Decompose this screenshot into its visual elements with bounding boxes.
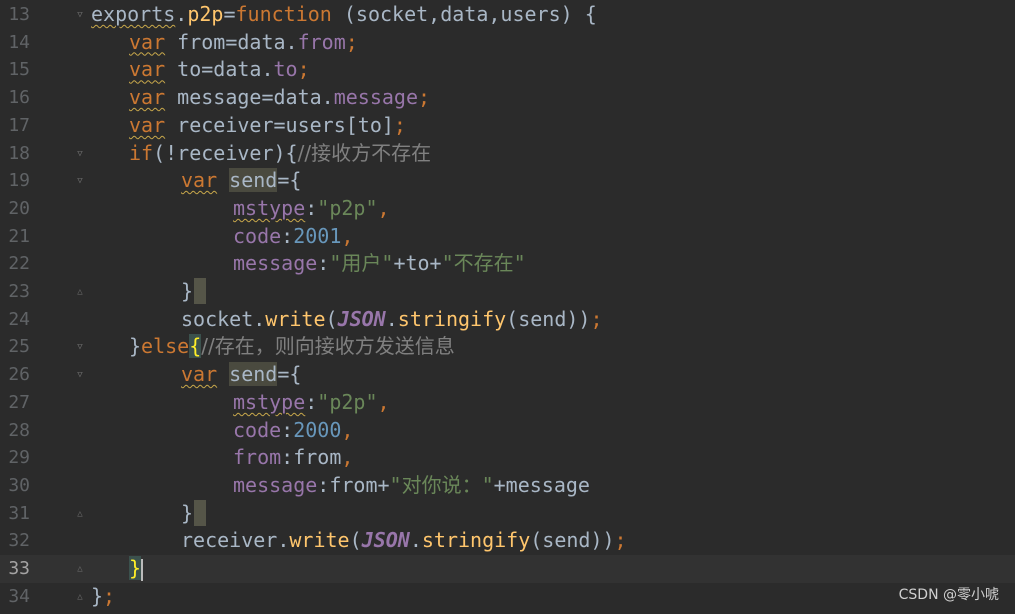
code-line[interactable]: 16 var message=data.message; xyxy=(0,84,1015,112)
code-text: receiver.write(JSON.stringify(send)); xyxy=(181,528,627,553)
brace-highlight xyxy=(194,278,206,304)
line-number: 25 xyxy=(8,336,30,358)
fold-open-icon[interactable]: ▽ xyxy=(75,175,85,187)
line-number: 24 xyxy=(8,308,30,330)
code-line-current[interactable]: 33 △ } xyxy=(0,555,1015,583)
code-line[interactable]: 27 mstype:"p2p", xyxy=(0,389,1015,417)
code-text: message:"用户"+to+"不存在" xyxy=(233,251,526,276)
code-line[interactable]: 15 var to=data.to; xyxy=(0,56,1015,84)
code-line[interactable]: 22 message:"用户"+to+"不存在" xyxy=(0,250,1015,278)
line-number: 29 xyxy=(8,447,30,469)
code-text: code:2001, xyxy=(233,223,354,248)
line-number: 22 xyxy=(8,253,30,275)
watermark: CSDN @零小唬 xyxy=(898,587,999,603)
line-number: 31 xyxy=(8,502,30,524)
code-line[interactable]: 29 from:from, xyxy=(0,444,1015,472)
line-number: 33 xyxy=(8,558,30,579)
fold-close-icon[interactable]: △ xyxy=(75,591,85,603)
line-number: 21 xyxy=(8,225,30,247)
line-number: 27 xyxy=(8,391,30,413)
code-text: } xyxy=(181,279,194,303)
code-line[interactable]: 17 var receiver=users[to]; xyxy=(0,112,1015,140)
line-number: 13 xyxy=(8,4,30,25)
brace-highlight xyxy=(194,499,206,526)
code-text: socket.write(JSON.stringify(send)); xyxy=(181,306,603,331)
fold-close-icon[interactable]: △ xyxy=(75,286,85,298)
code-text: if(!receiver){//接收方不存在 xyxy=(129,140,432,165)
fold-open-icon[interactable]: ▽ xyxy=(75,9,85,21)
line-number: 32 xyxy=(8,530,30,552)
code-text: exports.p2p=function (socket,data,users)… xyxy=(91,2,597,26)
code-line[interactable]: 14 var from=data.from; xyxy=(0,29,1015,57)
fold-close-icon[interactable]: △ xyxy=(75,508,85,520)
line-number: 18 xyxy=(8,142,30,164)
code-line[interactable]: 30 message:from+"对你说："+message xyxy=(0,472,1015,500)
fold-open-icon[interactable]: ▽ xyxy=(75,341,85,353)
line-number: 30 xyxy=(8,474,30,496)
code-text: mstype:"p2p", xyxy=(233,389,390,414)
code-line[interactable]: 28 code:2000, xyxy=(0,417,1015,445)
fold-close-icon[interactable]: △ xyxy=(75,563,85,575)
fold-open-icon[interactable]: ▽ xyxy=(75,369,85,381)
line-number: 23 xyxy=(8,281,30,302)
code-line[interactable]: 31 △ } xyxy=(0,499,1015,528)
code-line[interactable]: 13 ▽ exports.p2p=function (socket,data,u… xyxy=(0,1,1015,29)
code-line[interactable]: 20 mstype:"p2p", xyxy=(0,195,1015,223)
code-line[interactable]: 25 ▽ }else{//存在，则向接收方发送信息 xyxy=(0,333,1015,361)
line-number: 17 xyxy=(8,114,30,136)
code-text: var send={ xyxy=(181,362,302,387)
code-line[interactable]: 19 ▽ var send={ xyxy=(0,167,1015,195)
code-text: } xyxy=(181,500,194,525)
line-number: 14 xyxy=(8,31,30,53)
line-number: 26 xyxy=(8,364,30,386)
code-text: } xyxy=(129,556,144,581)
code-text: var from=data.from; xyxy=(129,29,358,54)
code-line[interactable]: 24 socket.write(JSON.stringify(send)); xyxy=(0,306,1015,334)
code-text: var to=data.to; xyxy=(129,57,310,82)
line-number: 19 xyxy=(8,170,30,192)
line-number: 20 xyxy=(8,197,30,219)
code-line[interactable]: 32 receiver.write(JSON.stringify(send)); xyxy=(0,527,1015,555)
code-line[interactable]: 26 ▽ var send={ xyxy=(0,361,1015,389)
code-line[interactable]: 18 ▽ if(!receiver){//接收方不存在 xyxy=(0,140,1015,168)
code-line[interactable]: 34 △ }; xyxy=(0,583,1015,611)
text-caret xyxy=(141,558,144,581)
code-line[interactable]: 21 code:2001, xyxy=(0,223,1015,251)
line-number: 16 xyxy=(8,87,30,109)
code-text: message:from+"对你说："+message xyxy=(233,472,590,497)
code-text: from:from, xyxy=(233,445,354,470)
fold-open-icon[interactable]: ▽ xyxy=(75,148,85,160)
code-editor[interactable]: 13 ▽ exports.p2p=function (socket,data,u… xyxy=(0,0,1015,614)
code-text: var receiver=users[to]; xyxy=(129,112,406,137)
code-text: mstype:"p2p", xyxy=(233,195,390,220)
code-text: var message=data.message; xyxy=(129,85,431,110)
line-number: 15 xyxy=(8,59,30,81)
code-text: }else{//存在，则向接收方发送信息 xyxy=(129,334,455,359)
code-text: code:2000, xyxy=(233,417,354,442)
code-line[interactable]: 23 △ } xyxy=(0,278,1015,306)
line-number: 28 xyxy=(8,419,30,441)
code-text: var send={ xyxy=(181,168,302,193)
line-number: 34 xyxy=(8,585,30,607)
code-text: }; xyxy=(91,583,116,608)
